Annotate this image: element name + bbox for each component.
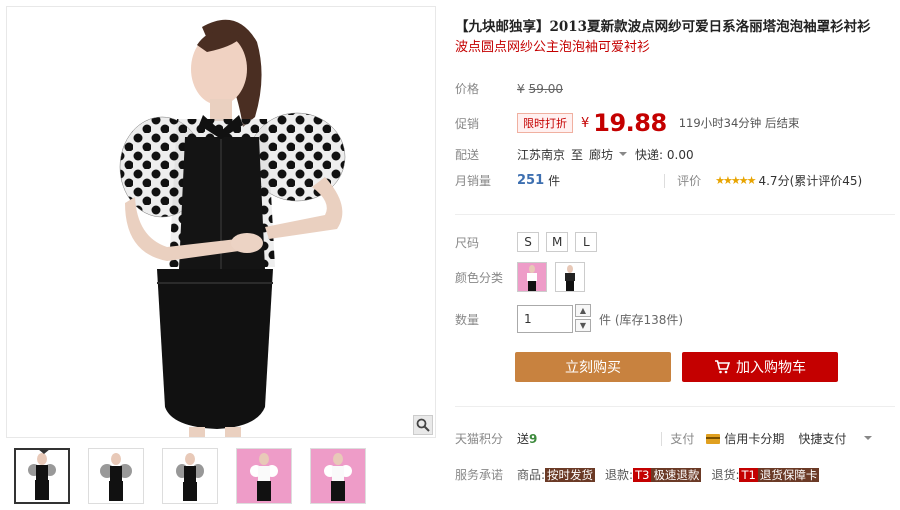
service-item-return[interactable]: 退货: T1 退货保障卡 (711, 466, 820, 483)
product-subtitle: 波点圆点网纱公主泡泡袖可爱衬衫 (455, 40, 651, 55)
thumbnail-strip (6, 448, 436, 510)
original-price: ¥59.00 (517, 82, 563, 96)
buy-now-label: 立刻购买 (565, 360, 621, 376)
review-label: 评价 (677, 174, 702, 188)
product-title: 【九块邮独享】2013夏新款波点网纱可爱日系洛丽塔泡泡袖罩衫衬衫 (455, 19, 871, 35)
section-divider (455, 214, 895, 215)
zoom-button[interactable] (413, 415, 433, 435)
quantity-stepper: ▲ ▼ (575, 304, 591, 334)
quantity-down-button[interactable]: ▼ (575, 319, 591, 332)
zoom-icon (416, 418, 430, 432)
points-send-prefix: 送 (517, 432, 530, 446)
chevron-down-icon[interactable] (864, 435, 873, 440)
service-item-prefix: 退款: (605, 468, 634, 482)
thumbnail-3[interactable] (162, 448, 218, 504)
thumbnail-image (163, 449, 217, 503)
thumbnail-image (89, 449, 143, 503)
service-tag: 按时发货 (545, 468, 596, 482)
color-label: 颜色分类 (455, 270, 504, 285)
credit-card-installment[interactable]: 信用卡分期 (724, 430, 784, 447)
add-to-cart-button[interactable]: 加入购物车 (682, 352, 838, 382)
service-item-prefix: 商品: (517, 468, 546, 482)
shipping-label: 配送 (455, 148, 480, 162)
divider (664, 173, 666, 188)
quantity-row: 数量 1 ▲ ▼ 件 (库存138件) (455, 304, 683, 334)
color-row: 颜色分类 (455, 262, 593, 292)
promo-countdown: 119小时34分钟 后结束 (678, 116, 800, 130)
product-info: 【九块邮独享】2013夏新款波点网纱可爱日系洛丽塔泡泡袖罩衫衬衫 波点圆点网纱公… (445, 6, 895, 506)
promo-tag: 限时打折 (517, 113, 573, 133)
stock-info: 件 (库存138件) (599, 312, 684, 327)
quick-pay[interactable]: 快捷支付 (798, 430, 846, 447)
rating-text[interactable]: 4.7分(累计评价45) (758, 172, 862, 189)
points-row: 天猫积分 送 9 支付 信用卡分期 快捷支付 (455, 430, 880, 447)
service-item-refund[interactable]: 退款: T3 极速退款 (605, 466, 702, 483)
section-divider (455, 406, 895, 407)
sales-row: 月销量 251 件 评价 ★★★★★ 4.7分(累计评价45) (455, 172, 862, 189)
original-price-value: 59.00 (528, 81, 563, 96)
service-row: 服务承诺 商品: 按时发货 退款: T3 极速退款 退货: T1 退货保障卡 (455, 466, 829, 483)
color-swatch-image (556, 263, 584, 291)
color-option-white[interactable] (517, 262, 547, 292)
shipping-to-word: 至 (571, 148, 584, 162)
service-section: 天猫积分 送 9 支付 信用卡分期 快捷支付 服务承诺 商品: 按时发货 退款: T… (445, 406, 895, 506)
thumbnail-4[interactable] (236, 448, 292, 504)
thumbnail-image (16, 450, 68, 502)
service-label: 服务承诺 (455, 468, 504, 482)
size-label: 尺码 (455, 235, 480, 250)
thumbnail-5[interactable] (310, 448, 366, 504)
cart-icon (715, 360, 730, 374)
size-option-m[interactable]: M (546, 232, 569, 252)
points-value: 9 (529, 431, 538, 446)
chevron-down-icon[interactable] (619, 151, 628, 156)
buy-now-button[interactable]: 立刻购买 (515, 352, 671, 382)
shipping-from: 江苏南京 (517, 148, 566, 162)
quantity-up-button[interactable]: ▲ (575, 304, 591, 317)
thumbnail-2[interactable] (88, 448, 144, 504)
service-tag: 退货保障卡 (757, 468, 820, 482)
sales-unit: 件 (548, 174, 561, 188)
thumbnail-image (237, 449, 291, 503)
pay-label: 支付 (670, 432, 695, 446)
shipping-row: 配送 江苏南京 至 廊坊 快递: 0.00 (455, 146, 694, 163)
size-option-l[interactable]: L (575, 232, 598, 252)
main-product-image[interactable] (6, 6, 436, 438)
quantity-input[interactable]: 1 (517, 305, 573, 333)
promo-label: 促销 (455, 116, 480, 131)
service-tag: 极速退款 (651, 468, 702, 482)
credit-card-icon (706, 433, 721, 444)
currency-symbol: ¥ (517, 81, 525, 96)
thumbnail-image (311, 449, 365, 503)
add-to-cart-label: 加入购物车 (736, 360, 806, 376)
price-row: 价格 ¥59.00 (455, 80, 563, 97)
product-gallery (6, 6, 436, 506)
service-tag-code: T3 (633, 468, 652, 482)
sales-count: 251 (517, 173, 545, 188)
promo-row: 促销 限时打折 ¥ 19.88 119小时34分钟 后结束 (455, 109, 799, 137)
rating-stars: ★★★★★ (715, 174, 756, 187)
points-label: 天猫积分 (455, 432, 504, 446)
service-item-prefix: 退货: (711, 468, 740, 482)
size-row: 尺码 S M L (455, 232, 604, 252)
sales-label: 月销量 (455, 174, 492, 188)
shipping-method: 快递: 0.00 (635, 148, 694, 162)
quantity-label: 数量 (455, 312, 480, 327)
thumbnail-1[interactable] (14, 448, 70, 504)
divider (661, 431, 663, 446)
color-option-black[interactable] (555, 262, 585, 292)
price-label: 价格 (455, 82, 480, 96)
service-item-shipping[interactable]: 商品: 按时发货 (517, 466, 596, 483)
service-tag-code: T1 (739, 468, 758, 482)
color-swatch-image (518, 263, 546, 291)
model-photo (119, 19, 346, 437)
size-option-s[interactable]: S (517, 232, 539, 252)
promo-price: 19.88 (593, 109, 667, 137)
shipping-destination[interactable]: 廊坊 (589, 146, 613, 163)
promo-currency: ¥ (581, 115, 590, 131)
